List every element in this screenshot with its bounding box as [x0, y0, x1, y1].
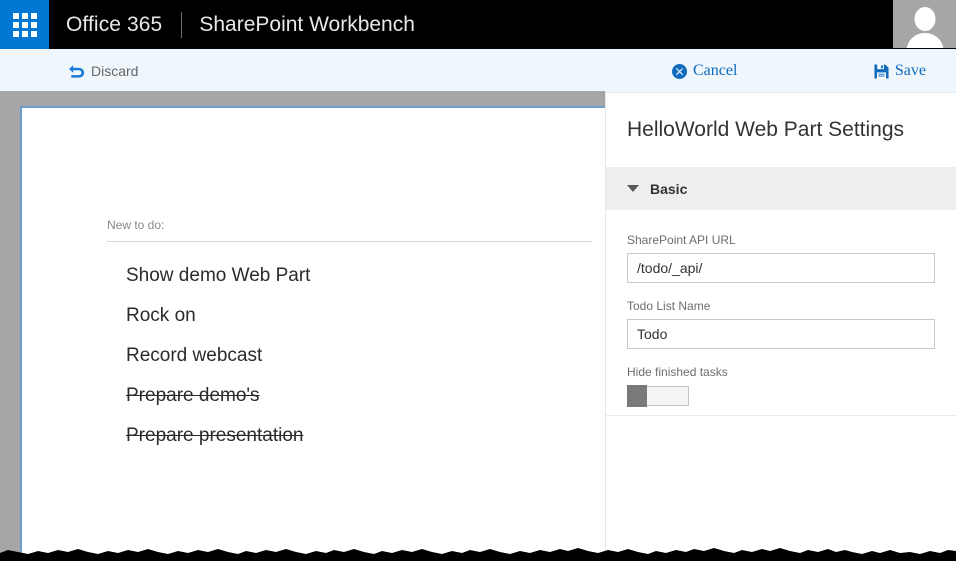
- toggle-track: [646, 386, 689, 406]
- save-label: Save: [894, 62, 926, 79]
- circle-x-icon: [672, 63, 687, 79]
- app-launcher-grid-icon: [12, 12, 37, 37]
- suite-brand[interactable]: Office 365: [49, 13, 162, 37]
- field-todo-list-name: Todo List Name: [627, 299, 935, 349]
- floppy-disk-save-icon: [874, 63, 889, 79]
- property-group-basic[interactable]: Basic: [606, 167, 956, 210]
- sharepoint-api-url-input[interactable]: [627, 253, 935, 283]
- todo-item[interactable]: Show demo Web Part: [126, 256, 592, 296]
- field-sharepoint-api-url: SharePoint API URL: [627, 233, 935, 283]
- discard-label: Discard: [91, 63, 139, 79]
- hide-finished-tasks-toggle[interactable]: [627, 385, 689, 407]
- property-pane: HelloWorld Web Part Settings Basic Share…: [605, 93, 956, 561]
- discard-button[interactable]: Discard: [68, 56, 138, 86]
- field-label: SharePoint API URL: [627, 233, 736, 247]
- todo-item[interactable]: Prepare presentation: [126, 416, 592, 456]
- todo-item[interactable]: Rock on: [126, 296, 592, 336]
- cancel-label: Cancel: [693, 62, 738, 79]
- todo-item[interactable]: Record webcast: [126, 336, 592, 376]
- avatar-head-icon: [914, 7, 935, 31]
- workbench-canvas: Show demo Web PartRock onRecord webcastP…: [20, 106, 605, 561]
- command-bar: Discard Cancel Save: [0, 49, 956, 93]
- panel-divider: [606, 415, 956, 416]
- undo-arrow-icon: [68, 64, 85, 79]
- field-label: Todo List Name: [627, 299, 711, 313]
- workbench-window: Office 365 SharePoint Workbench Discard: [0, 0, 956, 561]
- save-button[interactable]: Save: [874, 56, 926, 86]
- property-group-label: Basic: [650, 180, 688, 197]
- avatar[interactable]: [893, 0, 956, 48]
- todo-list-name-input[interactable]: [627, 319, 935, 349]
- cancel-button[interactable]: Cancel: [672, 56, 737, 86]
- chevron-down-icon: [627, 185, 639, 192]
- new-todo-input[interactable]: [107, 218, 592, 242]
- workbench-canvas-frame: Show demo Web PartRock onRecord webcastP…: [0, 91, 605, 561]
- app-name[interactable]: SharePoint Workbench: [199, 13, 415, 37]
- todo-item[interactable]: Prepare demo's: [126, 376, 592, 416]
- todo-web-part: Show demo Web PartRock onRecord webcastP…: [107, 216, 592, 456]
- avatar-body-icon: [906, 33, 943, 48]
- page-title: HelloWorld Web Part Settings: [627, 118, 905, 141]
- toggle-label: Hide finished tasks: [627, 365, 728, 379]
- field-hide-finished-tasks: Hide finished tasks: [627, 365, 935, 407]
- app-launcher-button[interactable]: [0, 0, 49, 49]
- toggle-thumb: [627, 385, 647, 407]
- todo-list: Show demo Web Part Rock on Record webcast P…: [107, 242, 592, 456]
- property-fields: SharePoint API URL Todo List Name Hide f…: [606, 210, 956, 407]
- suite-divider: [181, 11, 183, 38]
- suite-bar: Office 365 SharePoint Workbench: [0, 0, 956, 49]
